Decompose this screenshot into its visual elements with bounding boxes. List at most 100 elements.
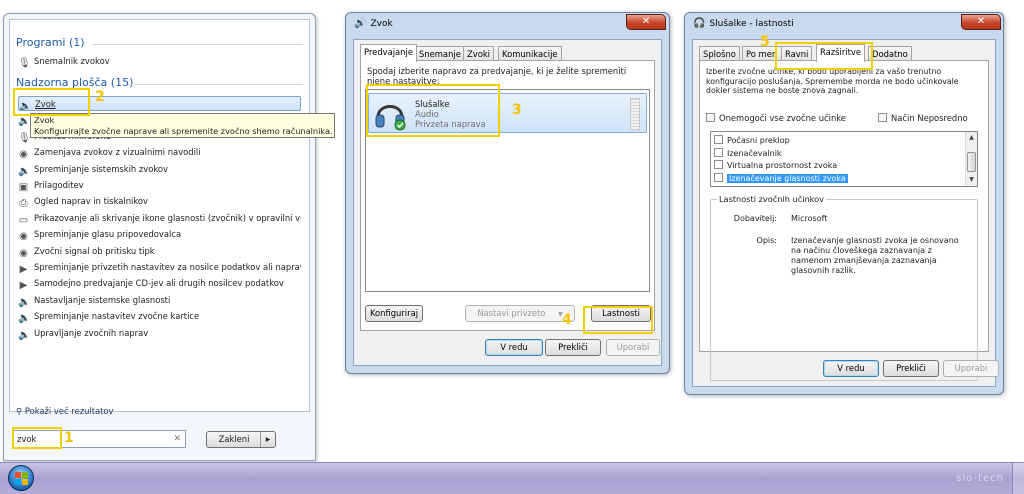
checkbox[interactable]	[714, 172, 723, 182]
ok-button[interactable]: V redu	[823, 360, 879, 377]
cancel-button[interactable]: Prekliči	[545, 339, 601, 356]
scroll-down-icon[interactable]: ▼	[966, 174, 977, 186]
tab-sounds[interactable]: Zvoki	[463, 46, 494, 61]
arrow-right-icon[interactable]: ▶	[260, 432, 275, 447]
effect-item[interactable]: Virtualna prostornost zvoka	[714, 160, 837, 172]
annotation-box-3	[366, 84, 500, 137]
control-panel-item[interactable]: 🔈 Spreminjanje sistemskih zvokov	[18, 162, 301, 177]
tooltip: Zvok Konfigurirajte zvočne naprave ali s…	[30, 113, 335, 138]
close-button[interactable]: ✕	[626, 14, 666, 30]
annotation-number-4: 4	[562, 312, 572, 328]
control-panel-item[interactable]: ◉ Zamenjava zvokov z vizualnimi navodili	[18, 145, 301, 160]
ok-button[interactable]: V redu	[485, 339, 543, 356]
speaker-icon: 🔈	[18, 313, 31, 325]
control-panel-item[interactable]: ⎙ Ogled naprav in tiskalnikov	[18, 194, 301, 209]
annotation-box-4	[583, 306, 653, 334]
tab-communications[interactable]: Komunikacije	[498, 46, 562, 61]
provider-label: Dobavitelj:	[733, 214, 777, 223]
start-button[interactable]	[8, 465, 34, 491]
autoplay-icon: ▶	[19, 280, 28, 292]
volume-level-meter	[630, 98, 640, 130]
search-results-pane: Programi (1) 🎙 Snemalnik zvokov Nadzorna …	[9, 19, 310, 416]
control-panel-item[interactable]: ◉ Zvočni signal ob pritisku tipk	[18, 244, 301, 259]
configure-button[interactable]: Konfiguriraj	[365, 305, 423, 322]
windows-logo-icon	[15, 472, 29, 486]
dialog-body: Splošno Po meri Ravni Razširitve Dodatno…	[692, 39, 999, 387]
annotation-box-1	[12, 427, 62, 449]
ease-of-access-icon: ◉	[19, 149, 28, 161]
cancel-button[interactable]: Prekliči	[883, 360, 939, 377]
effects-list[interactable]: Počasni preklop Izenačevalnik Virtualna pr…	[710, 131, 978, 187]
annotation-number-5: 5	[760, 34, 770, 50]
apply-button[interactable]: Uporabi	[943, 360, 999, 377]
control-panel-item[interactable]: ▶ Spreminjanje privzetih nastavitev za no…	[18, 260, 301, 275]
scroll-thumb[interactable]	[967, 152, 976, 172]
start-menu: Programi (1) 🎙 Snemalnik zvokov Nadzorna …	[3, 13, 316, 461]
tab-playback[interactable]: Predvajanje	[360, 44, 417, 62]
headphones-icon: 🎧	[693, 18, 706, 29]
printer-icon: ⎙	[19, 198, 28, 210]
control-panel-item[interactable]: ▭ Prikazovanje ali skrivanje ikone glasno…	[18, 211, 301, 226]
program-item-sound-recorder[interactable]: 🎙 Snemalnik zvokov	[18, 54, 301, 69]
speaker-icon: 🔈	[18, 296, 31, 308]
watermark: slo-tech	[956, 473, 1004, 484]
checkbox[interactable]	[714, 135, 723, 144]
divider	[128, 84, 303, 85]
control-panel-item[interactable]: ◉ Spreminjanje glasu pripovedovalca	[18, 227, 301, 242]
more-results-link[interactable]: ⚲ Pokaži več rezultatov	[16, 406, 114, 416]
ease-of-access-icon: ◉	[19, 247, 28, 259]
apply-button[interactable]: Uporabi	[606, 339, 660, 356]
checkbox[interactable]	[714, 147, 723, 157]
effect-item[interactable]: Izenačevanje glasnosti zvoka	[714, 172, 848, 185]
enhancements-panel: Izberite zvočne učinke, ki bodo uporablj…	[699, 60, 989, 381]
control-panel-item[interactable]: 🔈 Spreminjanje nastavitev zvočne kartice	[18, 309, 301, 324]
taskbar-icon: ▭	[18, 214, 29, 226]
control-panel-item[interactable]: 🔈 Upravljanje zvočnih naprav	[18, 326, 301, 341]
close-icon: ✕	[641, 16, 651, 27]
microphone-icon: 🎙	[18, 132, 31, 144]
lock-button[interactable]: Zakleni ▶	[206, 431, 276, 448]
window-title: 🎧 Slušalke - lastnosti	[693, 18, 794, 29]
annotation-number-2: 2	[95, 89, 105, 105]
ease-of-access-icon: ◉	[19, 231, 28, 243]
annotation-number-3: 3	[512, 102, 522, 118]
speaker-icon: 🔈	[18, 116, 31, 128]
microphone-icon: 🎙	[18, 58, 31, 69]
control-panel-item[interactable]: 🔈 Nastavljanje sistemske glasnosti	[18, 293, 301, 308]
tab-recording[interactable]: Snemanje	[415, 46, 465, 61]
autoplay-icon: ▶	[19, 264, 28, 275]
clear-search-icon[interactable]: ✕	[173, 431, 181, 447]
control-panel-item[interactable]: ▶ Samodejno predvajanje CD-jev ali drugih…	[18, 276, 301, 291]
instructions-text: Izberite zvočne učinke, ki bodo uporablj…	[706, 67, 959, 95]
checkbox[interactable]	[714, 160, 723, 169]
speaker-icon: 🔊	[354, 18, 367, 29]
effects-scrollbar[interactable]: ▲ ▼	[965, 132, 977, 186]
set-default-button[interactable]: Nastavi privzeto ▼	[465, 305, 575, 322]
divider	[92, 44, 303, 45]
control-panel-item[interactable]: ▣ Prilagoditev	[18, 178, 301, 193]
tab-general[interactable]: Splošno	[699, 46, 740, 61]
annotation-box-5	[775, 42, 873, 70]
annotation-number-1: 1	[64, 430, 74, 446]
description-value: Izenačevanje glasnosti zvoka je osnovano…	[791, 236, 959, 275]
show-desktop-button[interactable]	[1012, 463, 1024, 494]
description-label: Opis:	[756, 236, 777, 245]
search-icon: ⚲	[16, 406, 23, 416]
personalize-icon: ▣	[18, 182, 29, 193]
annotation-box-2	[13, 88, 90, 116]
close-icon: ✕	[976, 16, 986, 27]
instructions-text: Spodaj izberite napravo za predvajanje, …	[367, 66, 627, 86]
close-button[interactable]: ✕	[961, 14, 1001, 30]
speaker-icon: 🔈	[18, 165, 31, 177]
effect-item[interactable]: Počasni preklop	[714, 135, 790, 147]
window-title: 🔊 Zvok	[354, 18, 393, 29]
disable-all-effects-checkbox[interactable]: Onemogoči vse zvočne učinke	[706, 113, 846, 124]
effect-item[interactable]: Izenačevalnik	[714, 147, 782, 160]
programs-header: Programi (1)	[16, 36, 85, 49]
immediate-mode-checkbox[interactable]: Način Neposredno	[878, 113, 968, 124]
taskbar: slo-tech	[0, 462, 1024, 494]
scroll-up-icon[interactable]: ▲	[966, 132, 977, 144]
tab-advanced[interactable]: Dodatno	[868, 46, 912, 61]
effect-properties-group: Lastnosti zvočnih učinkov Dobavitelj: Mi…	[710, 194, 978, 381]
speaker-icon: 🔈	[18, 329, 31, 341]
